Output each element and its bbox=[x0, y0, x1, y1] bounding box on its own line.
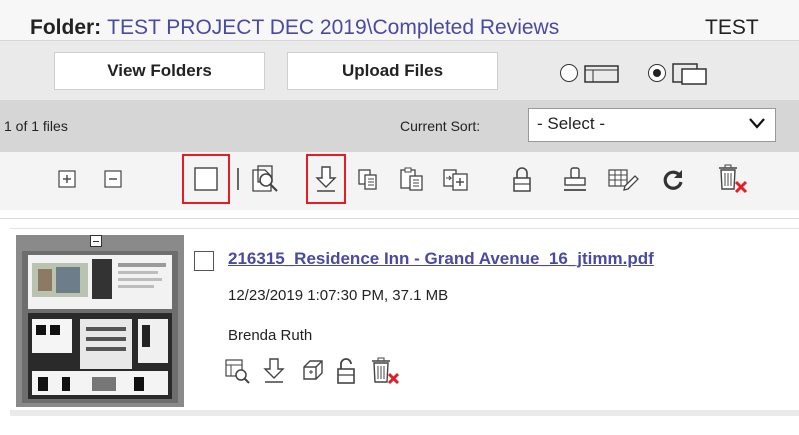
folder-label: Folder: bbox=[30, 16, 102, 39]
file-author: Brenda Ruth bbox=[228, 327, 313, 344]
file-name-link[interactable]: 216315_Residence Inn - Grand Avenue_16_j… bbox=[228, 249, 654, 269]
card-bottom-border bbox=[10, 410, 799, 416]
lock-icon[interactable] bbox=[508, 162, 536, 196]
toolbar-divider bbox=[0, 218, 799, 219]
refresh-icon[interactable] bbox=[658, 162, 688, 196]
action-button-bar: View Folders Upload Files bbox=[0, 40, 799, 100]
download-icon[interactable] bbox=[312, 162, 340, 196]
folder-path-link[interactable]: TEST PROJECT DEC 2019\Completed Reviews bbox=[107, 16, 559, 39]
folder-bar: Folder: TEST PROJECT DEC 2019\Completed R… bbox=[0, 0, 799, 40]
preview-icon[interactable] bbox=[248, 162, 282, 196]
sort-selected-value: - Select - bbox=[537, 114, 606, 133]
thumbnail-view-toggle[interactable] bbox=[648, 61, 708, 85]
file-card: 216315_Residence Inn - Grand Avenue_16_j… bbox=[10, 228, 799, 410]
move-icon[interactable] bbox=[440, 162, 472, 196]
edit-icon[interactable] bbox=[606, 162, 640, 196]
folder-right-text: TEST bbox=[705, 16, 759, 39]
file-lock-icon[interactable] bbox=[334, 357, 362, 385]
list-view-toggle[interactable] bbox=[560, 61, 620, 85]
file-meta: 12/23/2019 1:07:30 PM, 37.1 MB bbox=[228, 287, 449, 304]
list-view-radio[interactable] bbox=[560, 64, 578, 82]
sort-label: Current Sort: bbox=[400, 118, 481, 134]
file-toolbar bbox=[0, 152, 799, 210]
paste-icon[interactable] bbox=[396, 162, 428, 196]
view-folders-button[interactable]: View Folders bbox=[54, 52, 265, 90]
file-select-checkbox[interactable] bbox=[194, 251, 214, 271]
toolbar-separator bbox=[234, 162, 242, 196]
chevron-down-icon bbox=[749, 118, 765, 129]
thumbnail-view-radio[interactable] bbox=[648, 64, 666, 82]
file-count: 1 of 1 files bbox=[4, 118, 68, 134]
sort-select[interactable]: - Select - bbox=[528, 108, 776, 142]
file-download-icon[interactable] bbox=[262, 357, 290, 385]
collapse-all-icon[interactable] bbox=[102, 162, 124, 196]
thumbnail-image bbox=[22, 251, 178, 403]
file-delete-icon[interactable] bbox=[368, 357, 404, 385]
delete-icon[interactable] bbox=[712, 162, 752, 196]
expand-all-icon[interactable] bbox=[56, 162, 78, 196]
upload-files-button[interactable]: Upload Files bbox=[287, 52, 498, 90]
select-all-checkbox[interactable] bbox=[193, 162, 219, 196]
thumbnail-view-icon bbox=[672, 63, 707, 85]
folder-line: Folder: TEST PROJECT DEC 2019\Completed R… bbox=[30, 16, 559, 40]
file-preview-icon[interactable] bbox=[224, 357, 252, 385]
file-thumbnail[interactable] bbox=[16, 235, 184, 407]
stamp-icon[interactable] bbox=[560, 162, 590, 196]
collapse-icon[interactable] bbox=[90, 235, 102, 247]
list-view-icon bbox=[584, 65, 619, 83]
copy-icon[interactable] bbox=[354, 162, 382, 196]
sort-bar: 1 of 1 files Current Sort: - Select - bbox=[0, 100, 799, 152]
file-copy-icon[interactable] bbox=[298, 357, 326, 385]
